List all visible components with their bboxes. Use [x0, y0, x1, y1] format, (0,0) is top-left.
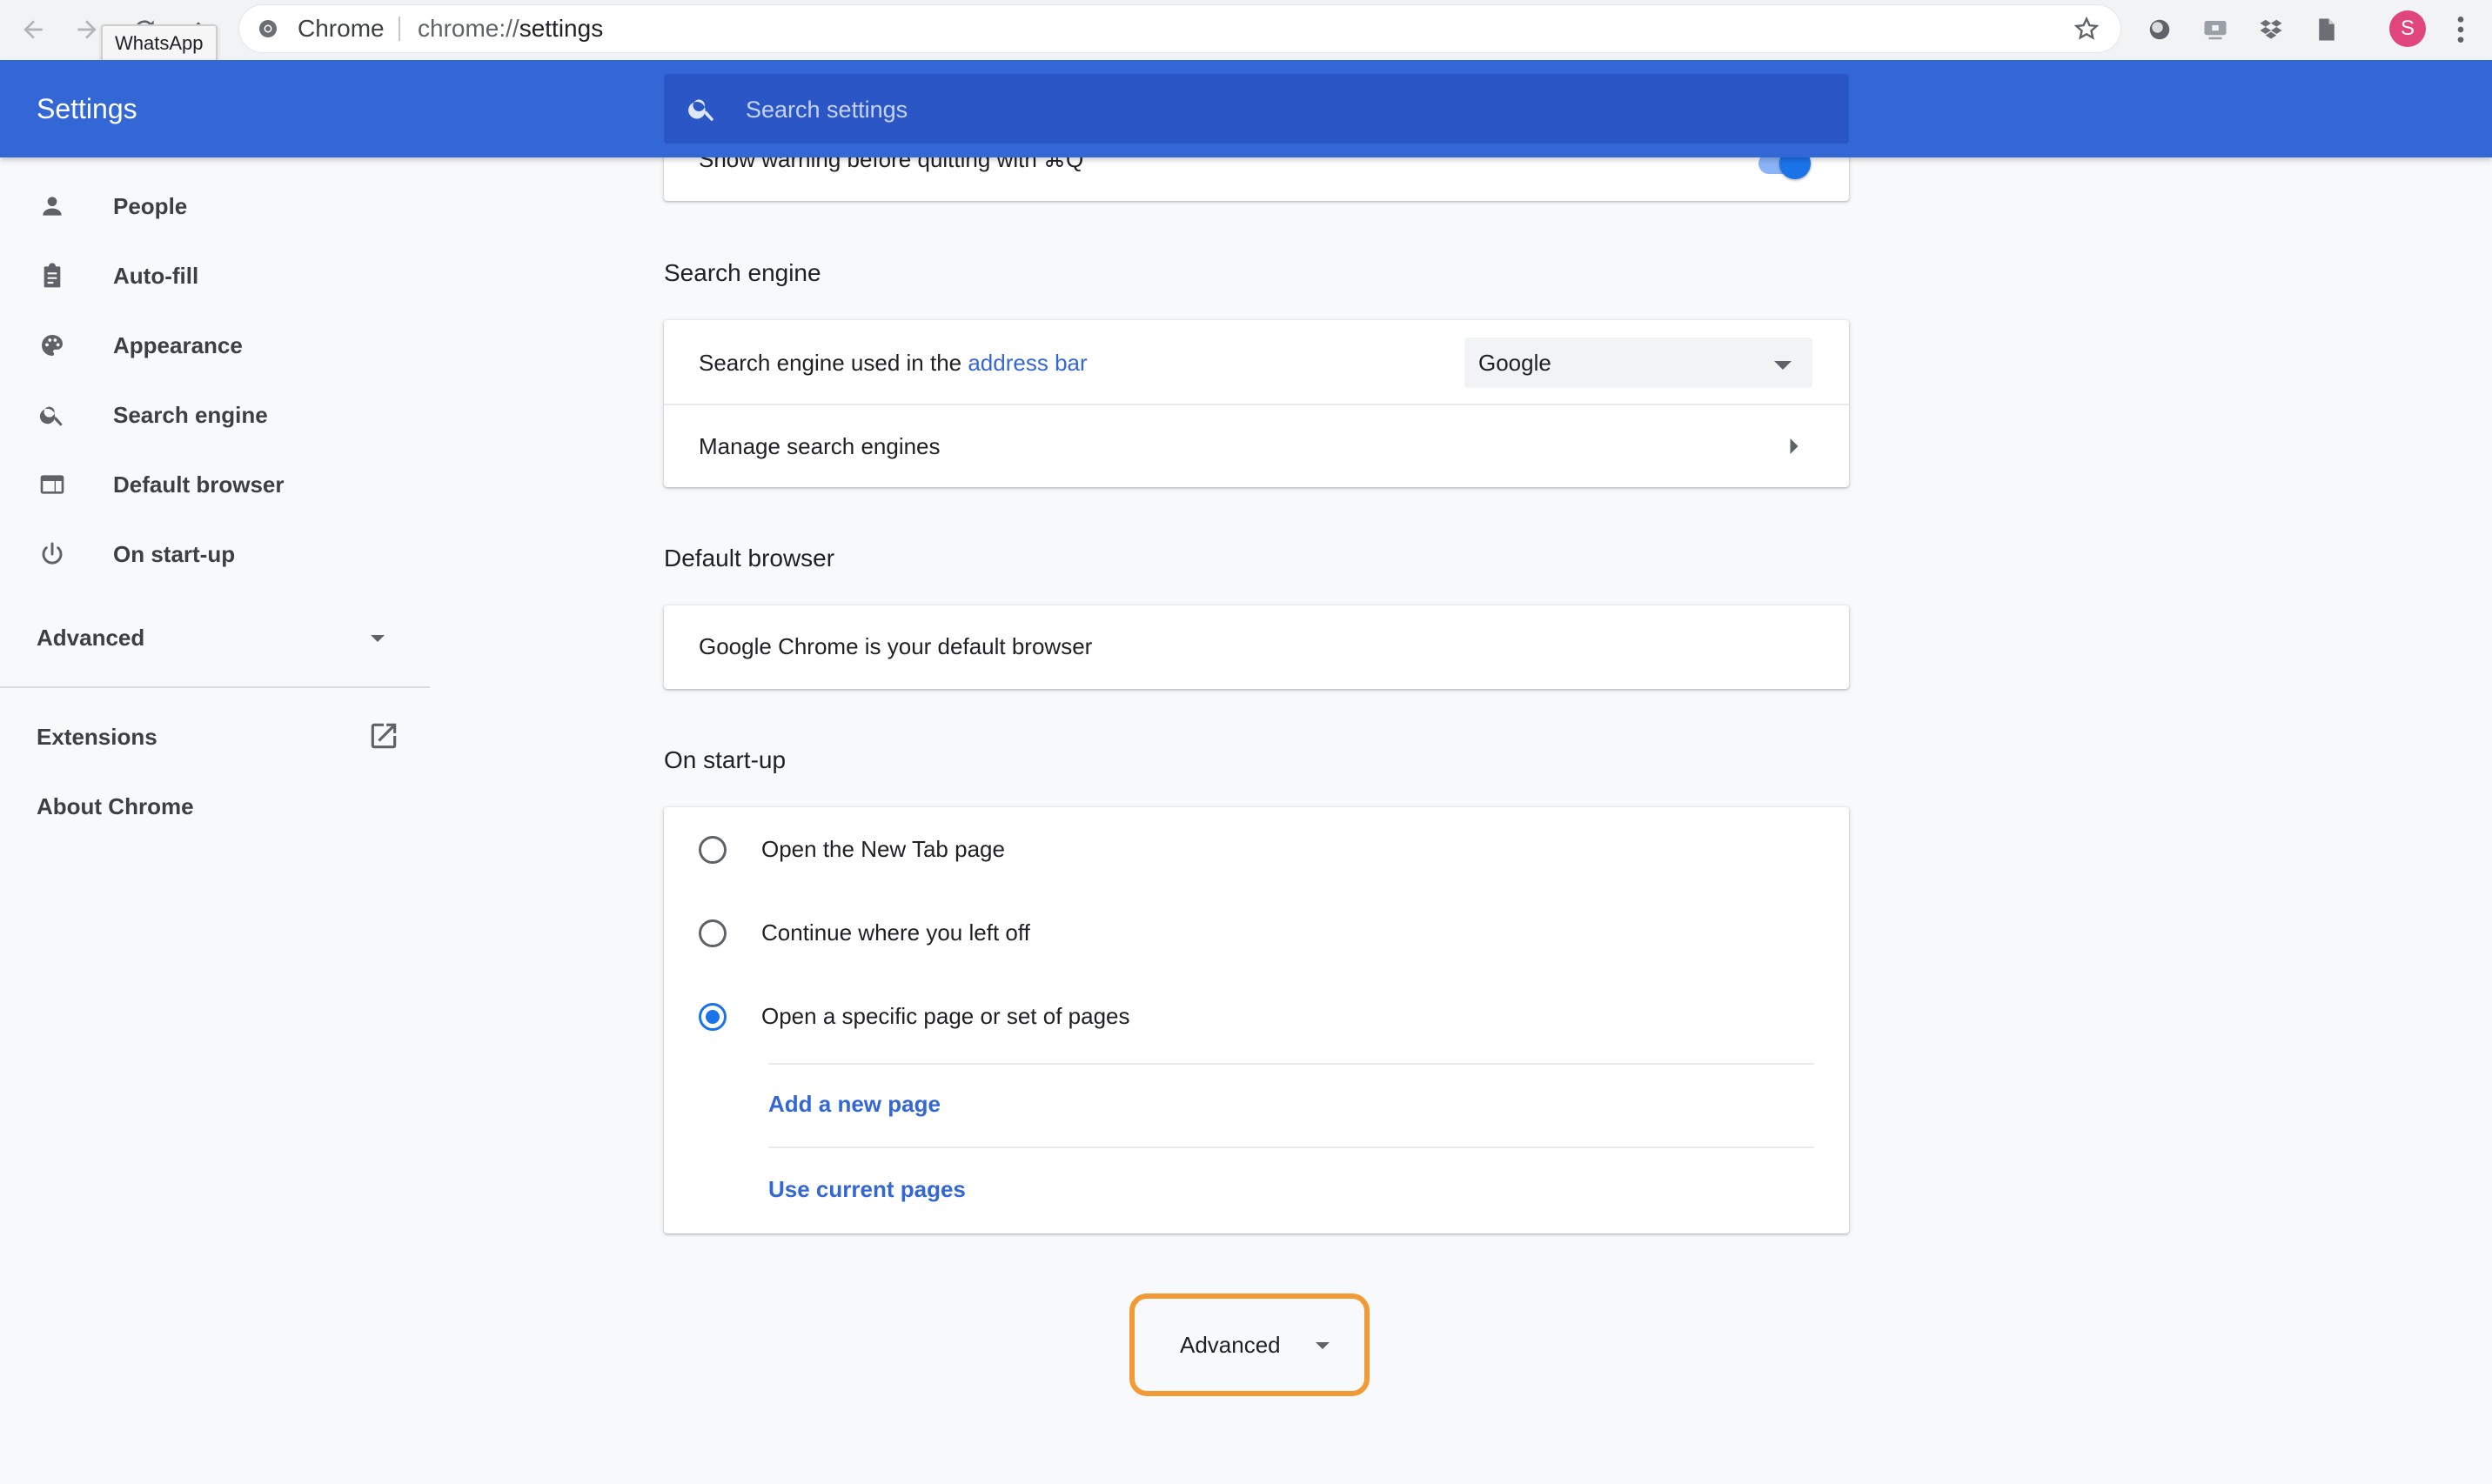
url-text[interactable]: chrome://settings [418, 4, 603, 53]
sidebar-item-label: Appearance [113, 332, 243, 358]
sidebar-advanced-toggle[interactable]: Advanced [0, 600, 430, 675]
sidebar-divider [0, 686, 430, 688]
sidebar-item-extensions[interactable]: Extensions [0, 702, 430, 772]
omnibox-separator [399, 17, 400, 41]
search-icon [35, 398, 70, 432]
sidebar-item-label: Extensions [37, 724, 157, 750]
radio-continue[interactable] [699, 919, 727, 947]
chrome-logo-icon [258, 18, 278, 43]
extension-icon[interactable] [2142, 12, 2177, 47]
default-browser-section-title: Default browser [664, 545, 835, 572]
sidebar-item-label: Auto-fill [113, 263, 199, 289]
advanced-button[interactable]: Advanced [1129, 1293, 1370, 1396]
search-engine-card: Search engine used in the address bar Go… [664, 320, 1849, 487]
startup-option-label: Continue where you left off [761, 919, 1030, 946]
row-divider [768, 1063, 1814, 1065]
sidebar-item-label: People [113, 193, 188, 219]
row-divider [768, 1146, 1814, 1148]
sidebar-item-people[interactable]: People [0, 171, 430, 241]
use-current-pages-link[interactable]: Use current pages [768, 1176, 966, 1203]
radio-new-tab[interactable] [699, 836, 727, 864]
sidebar-item-autofill[interactable]: Auto-fill [0, 241, 430, 311]
url-scheme: chrome:// [418, 15, 519, 42]
startup-option-label: Open the New Tab page [761, 836, 1005, 862]
browser-toolbar: Chrome chrome://settings S WhatsApp [0, 0, 2492, 63]
default-browser-status: Google Chrome is your default browser [699, 633, 1093, 659]
chevron-down-icon [1316, 1339, 1330, 1354]
page-title: Settings [37, 93, 137, 124]
startup-option-new-tab[interactable]: Open the New Tab page [664, 807, 1849, 891]
sidebar-item-appearance[interactable]: Appearance [0, 311, 430, 380]
dropbox-icon[interactable] [2254, 12, 2288, 47]
manage-search-engines-row[interactable]: Manage search engines [664, 405, 1849, 487]
sidebar-item-search-engine[interactable]: Search engine [0, 380, 430, 450]
advanced-button-label: Advanced [1180, 1332, 1281, 1358]
tooltip: WhatsApp [101, 24, 218, 63]
clipboard-icon [35, 258, 70, 293]
sidebar-item-label: On start-up [113, 541, 236, 567]
person-icon [35, 189, 70, 224]
chevron-right-icon [1790, 438, 1799, 458]
search-engine-used-label: Search engine used in the address bar [699, 350, 1088, 377]
sidebar-item-on-startup[interactable]: On start-up [0, 519, 430, 589]
search-box[interactable] [664, 74, 1849, 145]
startup-option-continue[interactable]: Continue where you left off [664, 891, 1849, 974]
back-arrow-icon[interactable] [16, 12, 50, 47]
startup-card: Open the New Tab page Continue where you… [664, 807, 1849, 1233]
sidebar-item-label: About Chrome [37, 793, 194, 819]
radio-specific-pages[interactable] [699, 1003, 727, 1031]
address-bar-link[interactable]: address bar [968, 350, 1087, 376]
search-engine-selected: Google [1478, 350, 1551, 376]
search-input[interactable] [744, 74, 1826, 145]
forward-arrow-icon[interactable] [70, 12, 104, 47]
search-engine-used-prefix: Search engine used in the [699, 350, 968, 376]
search-engine-section-title: Search engine [664, 259, 821, 286]
sidebar-item-default-browser[interactable]: Default browser [0, 450, 430, 519]
document-icon[interactable] [2309, 12, 2344, 47]
power-icon [35, 537, 70, 572]
sidebar-advanced-label: Advanced [37, 625, 145, 651]
sidebar-item-about-chrome[interactable]: About Chrome [0, 772, 430, 841]
browser-window-icon [35, 467, 70, 502]
open-in-new-icon [367, 719, 400, 757]
sidebar-item-label: Search engine [113, 402, 268, 428]
url-host: settings [519, 15, 604, 42]
startup-option-label: Open a specific page or set of pages [761, 1003, 1130, 1029]
chevron-down-icon [371, 632, 385, 647]
profile-avatar[interactable]: S [2389, 10, 2426, 47]
startup-option-specific-pages[interactable]: Open a specific page or set of pages [664, 974, 1849, 1058]
settings-header: Settings [0, 60, 2492, 157]
search-icon [687, 93, 718, 129]
star-icon[interactable] [2073, 15, 2100, 47]
sidebar-item-label: Default browser [113, 471, 285, 498]
search-engine-select[interactable]: Google [1464, 338, 1812, 388]
manage-search-engines-label: Manage search engines [699, 433, 941, 459]
more-vert-icon[interactable] [2450, 12, 2471, 51]
site-chip-label: Chrome [298, 15, 385, 42]
address-bar[interactable]: Chrome chrome://settings [238, 4, 2121, 53]
add-new-page-link[interactable]: Add a new page [768, 1091, 941, 1118]
dropdown-arrow-icon [1774, 358, 1792, 374]
palette-icon [35, 328, 70, 363]
cast-icon[interactable] [2198, 12, 2233, 47]
default-browser-card: Google Chrome is your default browser [664, 605, 1849, 689]
startup-section-title: On start-up [664, 746, 787, 773]
